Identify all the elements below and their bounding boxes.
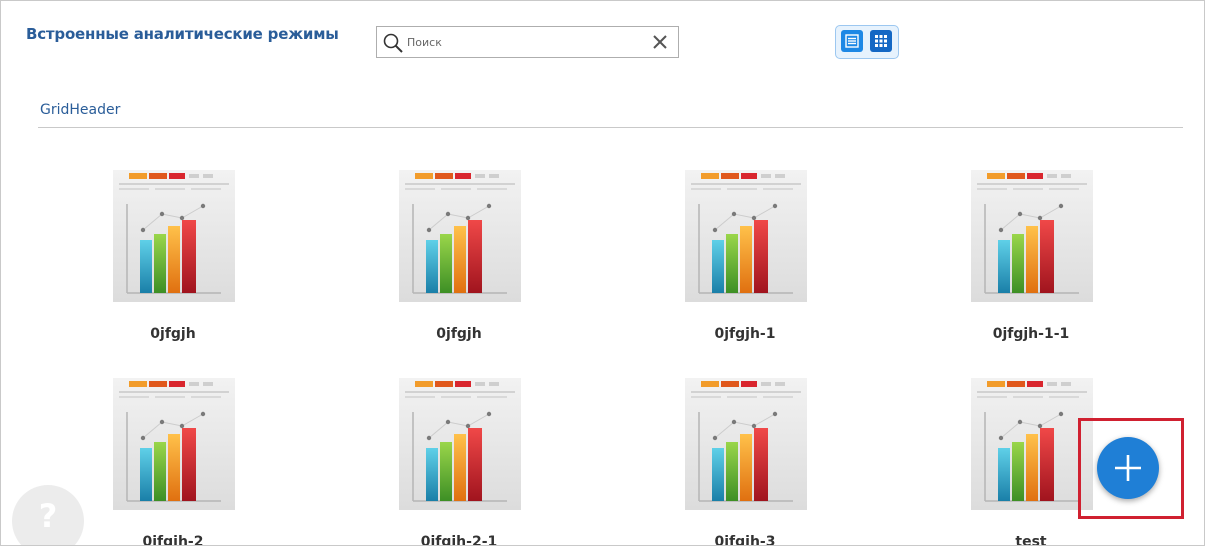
analysis-mode-tile[interactable]: 0jfgjh bbox=[88, 170, 258, 360]
chart-thumbnail-icon bbox=[685, 378, 807, 510]
list-view-button[interactable] bbox=[841, 30, 863, 52]
search-input[interactable] bbox=[407, 31, 637, 53]
chart-thumbnail-icon bbox=[971, 378, 1093, 510]
help-button[interactable]: ? bbox=[12, 485, 84, 545]
list-icon bbox=[845, 34, 859, 48]
chart-thumbnail-icon bbox=[113, 378, 235, 510]
analysis-mode-tile[interactable]: 0jfgjh-1-1 bbox=[946, 170, 1116, 360]
group-header: GridHeader bbox=[40, 102, 121, 118]
tile-label: 0jfgjh-1 bbox=[714, 326, 776, 342]
tile-label: 0jfgjh-2 bbox=[142, 534, 204, 546]
chart-thumbnail-icon bbox=[113, 170, 235, 302]
analysis-mode-tile[interactable]: 0jfgjh-2 bbox=[88, 378, 258, 546]
tile-label: 0jfgjh bbox=[150, 326, 196, 342]
main-panel: Встроенные аналитические режимы Поиск Gr… bbox=[0, 0, 1205, 546]
tile-label: 0jfgjh bbox=[436, 326, 482, 342]
analysis-mode-tile[interactable]: 0jfgjh bbox=[374, 170, 544, 360]
chart-thumbnail-icon bbox=[399, 378, 521, 510]
chart-thumbnail-icon bbox=[971, 170, 1093, 302]
chart-thumbnail-icon bbox=[399, 170, 521, 302]
view-toggle bbox=[835, 25, 899, 59]
tile-label: test bbox=[1015, 534, 1047, 546]
chart-thumbnail-icon bbox=[685, 170, 807, 302]
group-divider bbox=[38, 127, 1183, 128]
plus-icon bbox=[1115, 455, 1141, 481]
tile-label: 0jfgjh-2-1 bbox=[420, 534, 498, 546]
clear-icon[interactable] bbox=[652, 34, 668, 50]
page-title: Встроенные аналитические режимы bbox=[26, 25, 339, 43]
grid-icon bbox=[875, 35, 887, 47]
analysis-mode-tile[interactable]: 0jfgjh-3 bbox=[660, 378, 830, 546]
search-icon bbox=[383, 33, 403, 53]
add-button[interactable] bbox=[1097, 437, 1159, 499]
help-icon: ? bbox=[38, 497, 58, 535]
grid-view-button[interactable] bbox=[870, 30, 892, 52]
search-box[interactable] bbox=[376, 26, 679, 58]
tile-label: 0jfgjh-3 bbox=[714, 534, 776, 546]
analysis-mode-tile[interactable]: 0jfgjh-2-1 bbox=[374, 378, 544, 546]
analysis-mode-tile[interactable]: 0jfgjh-1 bbox=[660, 170, 830, 360]
tile-label: 0jfgjh-1-1 bbox=[992, 326, 1070, 342]
